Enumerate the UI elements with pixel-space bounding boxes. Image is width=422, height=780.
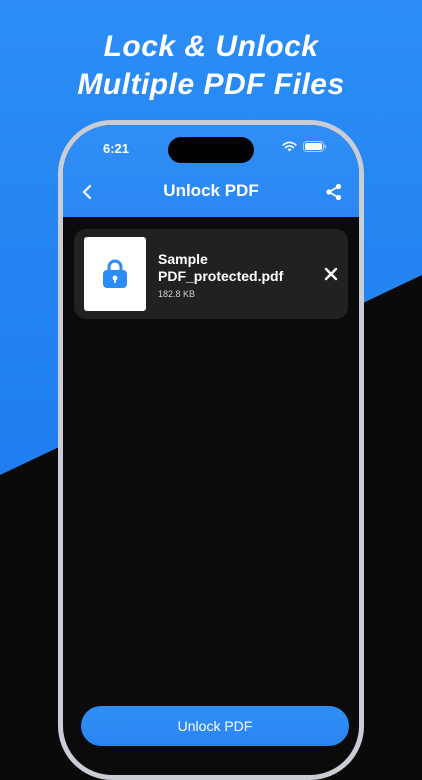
file-thumbnail [84,237,146,311]
battery-icon [303,141,326,152]
wifi-icon [282,141,297,152]
lock-icon [103,259,127,288]
close-icon[interactable] [324,267,338,281]
page-title: Unlock PDF [163,181,259,200]
dynamic-island [168,137,254,163]
share-icon[interactable] [323,181,345,203]
navigation-bar: Unlock PDF [63,177,359,207]
headline-line-1: Lock & Unlock [103,30,319,63]
status-time: 6:21 [103,141,130,156]
file-name: Sample PDF_protected.pdf [158,251,284,284]
unlock-pdf-button[interactable]: Unlock PDF [81,706,349,746]
status-icons [282,141,327,152]
status-bar: 6:21 [63,137,359,163]
headline-line-2: Multiple PDF Files [77,68,345,101]
phone-frame: 6:21 Unlock PDF Sample PDF_protected.pdf… [58,120,364,780]
app-header: 6:21 Unlock PDF [63,125,359,217]
promo-headline: Lock & Unlock Multiple PDF Files [0,28,422,104]
phone-screen: 6:21 Unlock PDF Sample PDF_protected.pdf… [63,125,359,775]
file-card[interactable]: Sample PDF_protected.pdf 182.8 KB [74,229,348,319]
file-size: 182.8 KB [158,289,196,299]
